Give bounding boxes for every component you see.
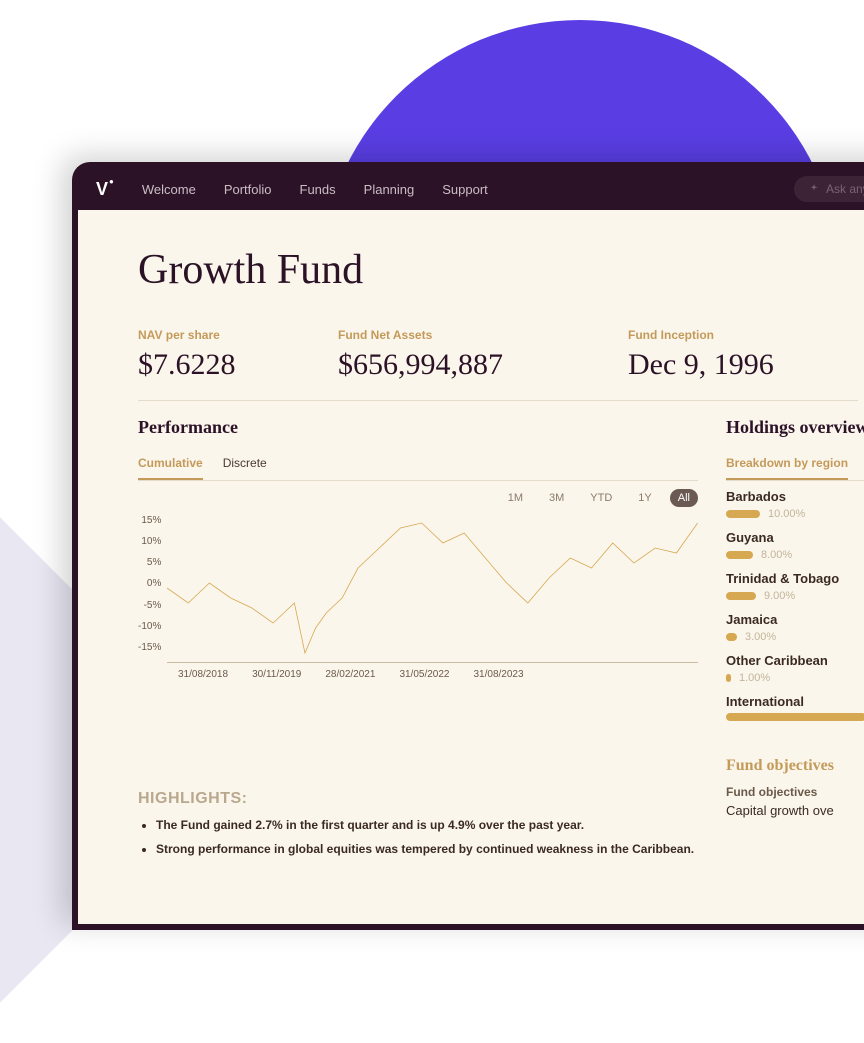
y-tick: 15% bbox=[138, 515, 161, 526]
objectives-text: Capital growth ove bbox=[726, 803, 864, 818]
y-tick: 5% bbox=[138, 557, 161, 568]
sparkle-icon bbox=[808, 183, 820, 195]
nav-menu: Welcome Portfolio Funds Planning Support bbox=[142, 182, 488, 197]
brand-logo[interactable]: V● bbox=[96, 179, 114, 200]
y-tick: 0% bbox=[138, 578, 161, 589]
holding-bar bbox=[726, 713, 864, 721]
range-1y[interactable]: 1Y bbox=[630, 489, 659, 507]
holding-bar bbox=[726, 674, 731, 682]
holding-bar-row bbox=[726, 713, 864, 721]
page-title: Growth Fund bbox=[138, 246, 864, 294]
holding-bar-row: 9.00% bbox=[726, 590, 864, 602]
top-nav: V● Welcome Portfolio Funds Planning Supp… bbox=[78, 168, 864, 210]
holding-bar bbox=[726, 592, 756, 600]
app-window: V● Welcome Portfolio Funds Planning Supp… bbox=[72, 162, 864, 930]
holding-bar bbox=[726, 633, 737, 641]
main-content: Growth Fund NAV per share $7.6228 Fund N… bbox=[78, 210, 864, 924]
tab-breakdown-region[interactable]: Breakdown by region bbox=[726, 456, 848, 480]
stat-label: Fund Inception bbox=[628, 328, 828, 342]
holding-bar-row: 8.00% bbox=[726, 549, 864, 561]
holding-bar-row: 3.00% bbox=[726, 631, 864, 643]
highlight-item: The Fund gained 2.7% in the first quarte… bbox=[156, 816, 718, 834]
holding-row: Jamaica 3.00% bbox=[726, 612, 864, 643]
holding-pct: 3.00% bbox=[745, 631, 776, 643]
chart-y-axis: 15% 10% 5% 0% -5% -10% -15% bbox=[138, 513, 161, 653]
x-tick: 31/08/2023 bbox=[474, 669, 524, 680]
holdings-title: Holdings overview bbox=[726, 417, 864, 438]
holding-bar-row: 1.00% bbox=[726, 672, 864, 684]
objectives-label: Fund objectives bbox=[726, 785, 864, 799]
holding-row: Barbados 10.00% bbox=[726, 489, 864, 520]
range-1m[interactable]: 1M bbox=[500, 489, 531, 507]
stat-label: NAV per share bbox=[138, 328, 338, 342]
highlights-title: HIGHLIGHTS: bbox=[138, 790, 718, 808]
x-tick: 30/11/2019 bbox=[252, 669, 301, 680]
holding-row: Guyana 8.00% bbox=[726, 530, 864, 561]
search-placeholder: Ask anything bbox=[826, 182, 864, 196]
nav-funds[interactable]: Funds bbox=[300, 182, 336, 197]
stat-value: $7.6228 bbox=[138, 348, 338, 382]
stat-label: Fund Net Assets bbox=[338, 328, 628, 342]
holding-pct: 1.00% bbox=[739, 672, 770, 684]
holding-row: Other Caribbean 1.00% bbox=[726, 653, 864, 684]
x-tick: 28/02/2021 bbox=[325, 669, 375, 680]
objectives-title: Fund objectives bbox=[726, 757, 864, 775]
performance-panel: Performance Cumulative Discrete 1M 3M YT… bbox=[138, 417, 718, 864]
range-3m[interactable]: 3M bbox=[541, 489, 572, 507]
holding-name: Barbados bbox=[726, 489, 864, 504]
tab-discrete[interactable]: Discrete bbox=[223, 456, 267, 480]
holdings-tabs: Breakdown by region To bbox=[726, 456, 864, 481]
holding-bar-row: 10.00% bbox=[726, 508, 864, 520]
search-input[interactable]: Ask anything bbox=[794, 176, 864, 202]
holding-name: Trinidad & Tobago bbox=[726, 571, 864, 586]
y-tick: 10% bbox=[138, 536, 161, 547]
chart-plot bbox=[167, 513, 698, 663]
x-tick: 31/08/2018 bbox=[178, 669, 228, 680]
range-selector: 1M 3M YTD 1Y All bbox=[138, 489, 698, 507]
nav-planning[interactable]: Planning bbox=[364, 182, 415, 197]
holding-name: Jamaica bbox=[726, 612, 864, 627]
holding-name: Other Caribbean bbox=[726, 653, 864, 668]
y-tick: -5% bbox=[138, 600, 161, 611]
range-all[interactable]: All bbox=[670, 489, 698, 507]
highlights-list: The Fund gained 2.7% in the first quarte… bbox=[138, 816, 718, 858]
holding-row: Trinidad & Tobago 9.00% bbox=[726, 571, 864, 602]
performance-chart: 15% 10% 5% 0% -5% -10% -15% bbox=[138, 513, 698, 663]
divider bbox=[138, 400, 858, 401]
x-tick: 31/05/2022 bbox=[399, 669, 449, 680]
holding-bar bbox=[726, 510, 760, 518]
chart-x-axis: 31/08/2018 30/11/2019 28/02/2021 31/05/2… bbox=[138, 669, 698, 680]
holding-pct: 10.00% bbox=[768, 508, 805, 520]
nav-support[interactable]: Support bbox=[442, 182, 488, 197]
stat-assets: Fund Net Assets $656,994,887 bbox=[338, 328, 628, 382]
holding-name: Guyana bbox=[726, 530, 864, 545]
y-tick: -15% bbox=[138, 642, 161, 653]
nav-welcome[interactable]: Welcome bbox=[142, 182, 196, 197]
holding-pct: 8.00% bbox=[761, 549, 792, 561]
range-ytd[interactable]: YTD bbox=[582, 489, 620, 507]
stat-value: Dec 9, 1996 bbox=[628, 348, 828, 382]
stats-row: NAV per share $7.6228 Fund Net Assets $6… bbox=[138, 328, 864, 382]
holding-row: International bbox=[726, 694, 864, 721]
stat-value: $656,994,887 bbox=[338, 348, 628, 382]
stat-nav: NAV per share $7.6228 bbox=[138, 328, 338, 382]
performance-title: Performance bbox=[138, 417, 718, 438]
highlight-item: Strong performance in global equities wa… bbox=[156, 840, 718, 858]
holding-name: International bbox=[726, 694, 864, 709]
holding-bar bbox=[726, 551, 753, 559]
nav-portfolio[interactable]: Portfolio bbox=[224, 182, 272, 197]
stat-inception: Fund Inception Dec 9, 1996 bbox=[628, 328, 828, 382]
holding-pct: 9.00% bbox=[764, 590, 795, 602]
performance-tabs: Cumulative Discrete bbox=[138, 456, 698, 481]
holdings-panel: Holdings overview Breakdown by region To… bbox=[726, 417, 864, 864]
y-tick: -10% bbox=[138, 621, 161, 632]
tab-cumulative[interactable]: Cumulative bbox=[138, 456, 203, 480]
holdings-list: Barbados 10.00% Guyana 8.00% Trinidad & Toba… bbox=[726, 489, 864, 721]
